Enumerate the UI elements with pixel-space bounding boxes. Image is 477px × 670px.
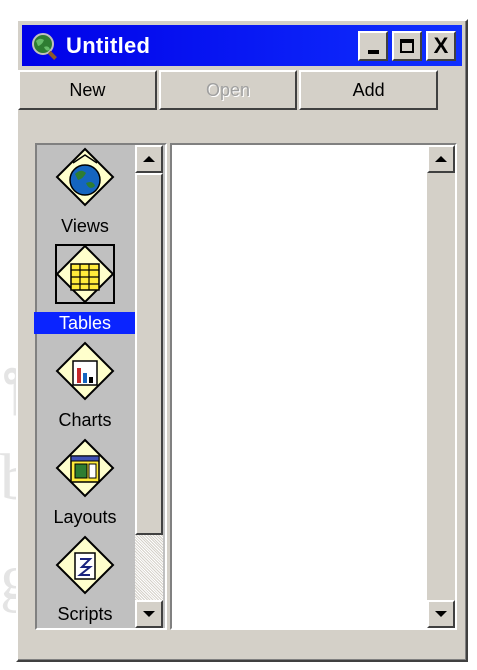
doc-type-label: Tables (34, 312, 136, 334)
globe-icon (55, 147, 115, 207)
doc-scroll-up-button[interactable] (427, 145, 455, 173)
doc-type-scrollbar[interactable] (135, 145, 163, 628)
open-button[interactable]: Open (158, 70, 298, 110)
title-bar[interactable]: Untitled X (22, 25, 462, 66)
arrow-up-icon (143, 156, 155, 162)
maximize-icon (400, 38, 414, 53)
bar-chart-icon (55, 341, 115, 401)
close-icon: X (433, 32, 449, 58)
doc-type-panel: Views Tables Charts Layouts Scripts (34, 143, 167, 630)
doc-type-label: Charts (58, 410, 112, 430)
add-button[interactable]: Add (299, 70, 439, 110)
doc-type-tables[interactable]: Tables (34, 242, 136, 339)
doc-type-charts[interactable]: Charts (37, 339, 133, 436)
doc-type-scripts[interactable]: Scripts (37, 533, 133, 630)
new-button[interactable]: New (18, 70, 157, 110)
doc-type-list: Views Tables Charts Layouts Scripts (34, 145, 136, 630)
script-icon (55, 535, 115, 595)
arrow-down-icon (143, 611, 155, 617)
doc-type-label: Scripts (57, 604, 113, 624)
layout-icon (55, 438, 115, 498)
scroll-up-button[interactable] (135, 145, 163, 173)
document-list-panel[interactable] (170, 143, 457, 630)
maximize-button[interactable] (392, 30, 422, 61)
doc-type-views[interactable]: Views (37, 145, 133, 242)
globe-magnifier-icon[interactable] (30, 31, 60, 61)
arrow-up-icon (435, 156, 447, 162)
table-grid-icon (55, 244, 115, 304)
doc-type-label: Views (61, 216, 109, 236)
minimize-button[interactable] (358, 30, 388, 61)
arrow-down-icon (435, 611, 447, 617)
document-list-scrollbar[interactable] (427, 145, 455, 628)
scroll-thumb[interactable] (135, 173, 163, 535)
project-toolbar: New Open Add (18, 70, 440, 110)
doc-type-layouts[interactable]: Layouts (37, 436, 133, 533)
minimize-icon (368, 49, 379, 54)
doc-type-label: Layouts (53, 507, 117, 527)
scroll-down-button[interactable] (135, 600, 163, 628)
close-button[interactable]: X (426, 30, 456, 61)
doc-scroll-down-button[interactable] (427, 600, 455, 628)
window-title: Untitled (66, 32, 151, 58)
